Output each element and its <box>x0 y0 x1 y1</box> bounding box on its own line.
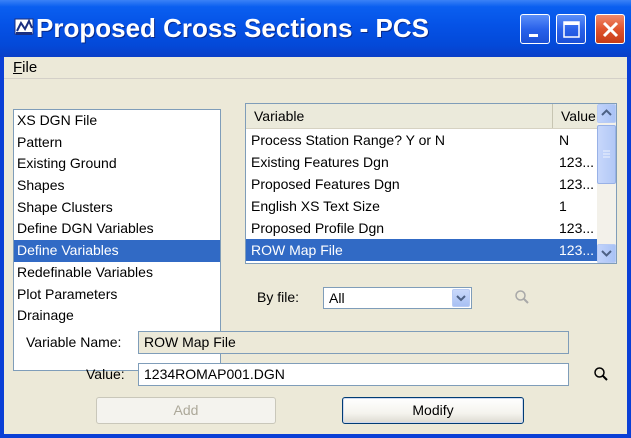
maximize-icon <box>563 21 580 38</box>
grip-icon <box>603 150 610 158</box>
chevron-up-icon <box>601 109 612 116</box>
dialog-client: File XS DGN File Pattern Existing Ground Sh… <box>4 57 627 434</box>
table-row[interactable]: English XS Text Size 1 <box>246 195 598 217</box>
cell-value: N <box>559 132 570 148</box>
cell-value: 1 <box>559 198 567 214</box>
column-header-variable[interactable]: Variable <box>246 104 553 128</box>
section-list-item[interactable]: Existing Ground <box>14 153 220 175</box>
table-row[interactable]: Proposed Profile Dgn 123... <box>246 217 598 239</box>
chevron-down-icon <box>601 250 612 257</box>
value-label: Value: <box>86 366 125 382</box>
scroll-thumb[interactable] <box>597 125 616 184</box>
magnifier-icon[interactable] <box>514 289 530 305</box>
table-row[interactable]: Process Station Range? Y or N N <box>246 129 598 151</box>
cell-value: 123... <box>559 220 595 236</box>
table-row[interactable]: Proposed Features Dgn 123... <box>246 173 598 195</box>
maximize-button[interactable] <box>556 14 586 44</box>
chevron-down-icon <box>456 295 466 302</box>
section-list-item[interactable]: Pattern <box>14 132 220 154</box>
cell-value: 123... <box>559 176 595 192</box>
variable-name-label: Variable Name: <box>26 334 122 350</box>
variable-name-field: ROW Map File <box>138 331 569 354</box>
menu-file[interactable]: File <box>10 59 40 77</box>
menu-file-label: ile <box>22 59 38 76</box>
section-list-item[interactable]: Plot Parameters <box>14 284 220 306</box>
close-icon <box>602 21 619 38</box>
by-file-dropdown[interactable]: All <box>323 287 472 309</box>
cell-variable: Existing Features Dgn <box>251 154 389 170</box>
cell-variable: Proposed Features Dgn <box>251 176 400 192</box>
value-input[interactable]: 1234ROMAP001.DGN <box>138 363 569 386</box>
app-window: Proposed Cross Sections - PCS File XS DG… <box>0 0 631 438</box>
window-title: Proposed Cross Sections - PCS <box>36 13 429 43</box>
table-row[interactable]: Existing Features Dgn 123... <box>246 151 598 173</box>
app-icon <box>14 18 34 35</box>
menu-file-mnemonic: F <box>13 59 23 76</box>
section-list-item[interactable]: Define Variables <box>14 240 220 262</box>
cell-variable: ROW Map File <box>251 242 343 258</box>
scroll-up-button[interactable] <box>597 104 616 123</box>
minimize-icon <box>529 34 538 37</box>
cell-variable: Proposed Profile Dgn <box>251 220 385 236</box>
dropdown-arrow-button[interactable] <box>452 289 470 307</box>
section-list-item[interactable]: Shapes <box>14 175 220 197</box>
grid-rows: Process Station Range? Y or N N Existing F… <box>246 129 598 261</box>
section-list-item[interactable]: Drainage <box>14 305 220 327</box>
grid-scrollbar[interactable] <box>597 104 616 263</box>
section-list-item[interactable]: XS DGN File <box>14 110 220 132</box>
add-button[interactable]: Add <box>96 397 276 424</box>
variables-grid[interactable]: Variable Value Process Station Range? Y … <box>245 103 617 264</box>
scroll-down-button[interactable] <box>597 244 616 263</box>
section-list-item[interactable]: Redefinable Variables <box>14 262 220 284</box>
section-list-item[interactable]: Shape Clusters <box>14 197 220 219</box>
cell-value: 123... <box>559 242 595 258</box>
minimize-button[interactable] <box>520 14 550 44</box>
cell-variable: English XS Text Size <box>251 198 380 214</box>
title-bar[interactable]: Proposed Cross Sections - PCS <box>0 0 631 57</box>
section-list-item[interactable]: Define DGN Variables <box>14 218 220 240</box>
magnifier-icon[interactable] <box>593 366 609 382</box>
table-row[interactable]: ROW Map File 123... <box>246 239 598 261</box>
cell-value: 123... <box>559 154 595 170</box>
cell-variable: Process Station Range? Y or N <box>251 132 446 148</box>
menu-bar: File <box>4 57 627 79</box>
grid-header: Variable Value <box>246 104 598 129</box>
column-header-value[interactable]: Value <box>553 104 598 128</box>
by-file-label: By file: <box>257 289 300 305</box>
close-button[interactable] <box>595 14 625 44</box>
by-file-value: All <box>329 290 345 306</box>
modify-button[interactable]: Modify <box>342 397 524 424</box>
